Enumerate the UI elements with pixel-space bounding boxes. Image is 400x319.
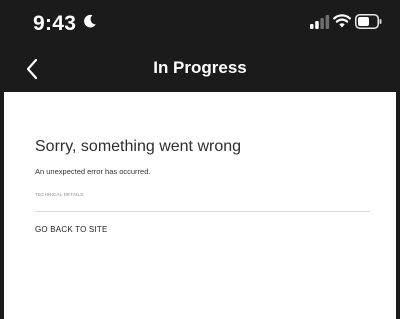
- divider: [35, 211, 370, 212]
- moon-icon: [84, 14, 96, 28]
- error-message: An unexpected error has occurred.: [35, 167, 151, 176]
- status-time: 9:43: [33, 12, 77, 35]
- error-heading: Sorry, something went wrong: [35, 138, 242, 155]
- error-panel: Sorry, something went wrong An unexpecte…: [4, 92, 396, 319]
- page-title: In Progress: [153, 58, 247, 77]
- status-bar: 9:43: [0, 0, 400, 46]
- battery-icon: [355, 14, 382, 29]
- go-back-to-site-link[interactable]: GO BACK TO SITE: [35, 225, 108, 234]
- signal-icon: [310, 15, 330, 29]
- navigation-bar: In Progress: [0, 46, 400, 92]
- app-frame: 9:43 In Progress Sorry, something went w…: [0, 0, 400, 319]
- wifi-icon: [333, 14, 351, 28]
- technical-details-toggle[interactable]: TECHNICAL DETAILS: [35, 192, 83, 197]
